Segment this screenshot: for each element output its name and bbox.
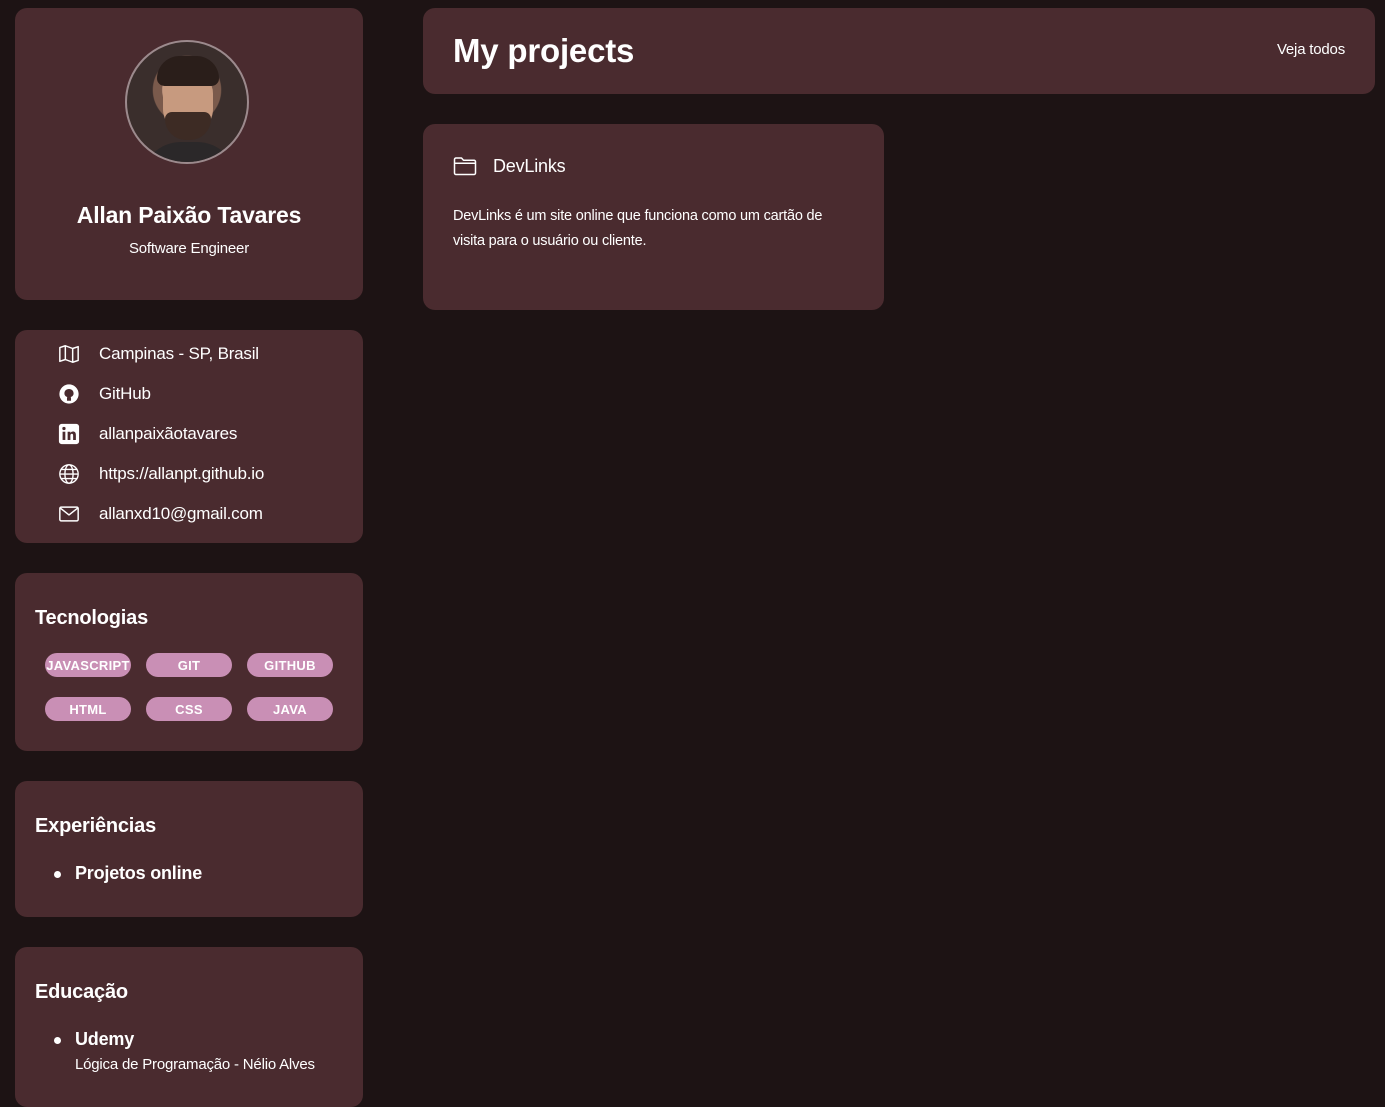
profile-role: Software Engineer (128, 240, 249, 257)
avatar (125, 40, 249, 164)
experiences-card: Experiências Projetos online (15, 781, 363, 917)
tech-tag: JAVA (247, 697, 333, 721)
see-all-link[interactable]: Veja todos (1277, 41, 1345, 58)
experiences-title: Experiências (35, 815, 157, 837)
profile-name: Allan Paixão Tavares (76, 202, 302, 228)
linkedin-icon (57, 422, 81, 446)
tech-tag: CSS (146, 697, 232, 721)
education-item-subtitle: Lógica de Programação - Nélio Alves (75, 1056, 315, 1073)
contact-website[interactable]: https://allanpt.github.io (57, 462, 264, 486)
map-icon (57, 342, 81, 366)
contact-github-text[interactable]: GitHub (99, 384, 151, 404)
page-title: My projects (453, 32, 635, 69)
list-bullet (54, 1037, 61, 1044)
project-description: DevLinks é um site online que funciona c… (453, 208, 823, 249)
github-icon (57, 382, 81, 406)
education-card: Educação Udemy Lógica de Programação - N… (15, 947, 363, 1107)
education-item-title: Udemy (75, 1029, 135, 1049)
education-title: Educação (35, 981, 128, 1003)
list-bullet (54, 871, 61, 878)
tech-tag: GITHUB (247, 653, 333, 677)
contact-location-text: Campinas - SP, Brasil (99, 344, 259, 363)
tech-tag: JAVASCRIPT (45, 653, 131, 677)
contact-location: Campinas - SP, Brasil (57, 342, 259, 366)
project-title[interactable]: DevLinks (493, 156, 566, 177)
contact-linkedin-text[interactable]: allanpaixãotavares (99, 424, 237, 444)
folder-icon (453, 155, 477, 182)
contact-email[interactable]: allanxd10@gmail.com (57, 502, 263, 526)
technologies-title: Tecnologias (35, 607, 149, 629)
project-card[interactable]: DevLinks DevLinks é um site online que f… (423, 124, 884, 310)
tech-tag: HTML (45, 697, 131, 721)
contact-website-text[interactable]: https://allanpt.github.io (99, 464, 264, 484)
contact-github[interactable]: GitHub (57, 382, 151, 406)
tech-tag: GIT (146, 653, 232, 677)
globe-icon (57, 462, 81, 486)
contact-linkedin[interactable]: allanpaixãotavares (57, 422, 237, 446)
technologies-card: Tecnologias JAVASCRIPT GIT GITHUB HTML C… (15, 573, 363, 751)
mail-icon (57, 502, 81, 526)
contact-email-text[interactable]: allanxd10@gmail.com (99, 504, 263, 524)
profile-card: Allan Paixão Tavares Software Engineer (15, 8, 363, 300)
projects-header: My projects Veja todos (423, 8, 1375, 94)
contacts-card: Campinas - SP, Brasil GitHub allanpaixão… (15, 330, 363, 543)
experience-item: Projetos online (75, 863, 203, 883)
